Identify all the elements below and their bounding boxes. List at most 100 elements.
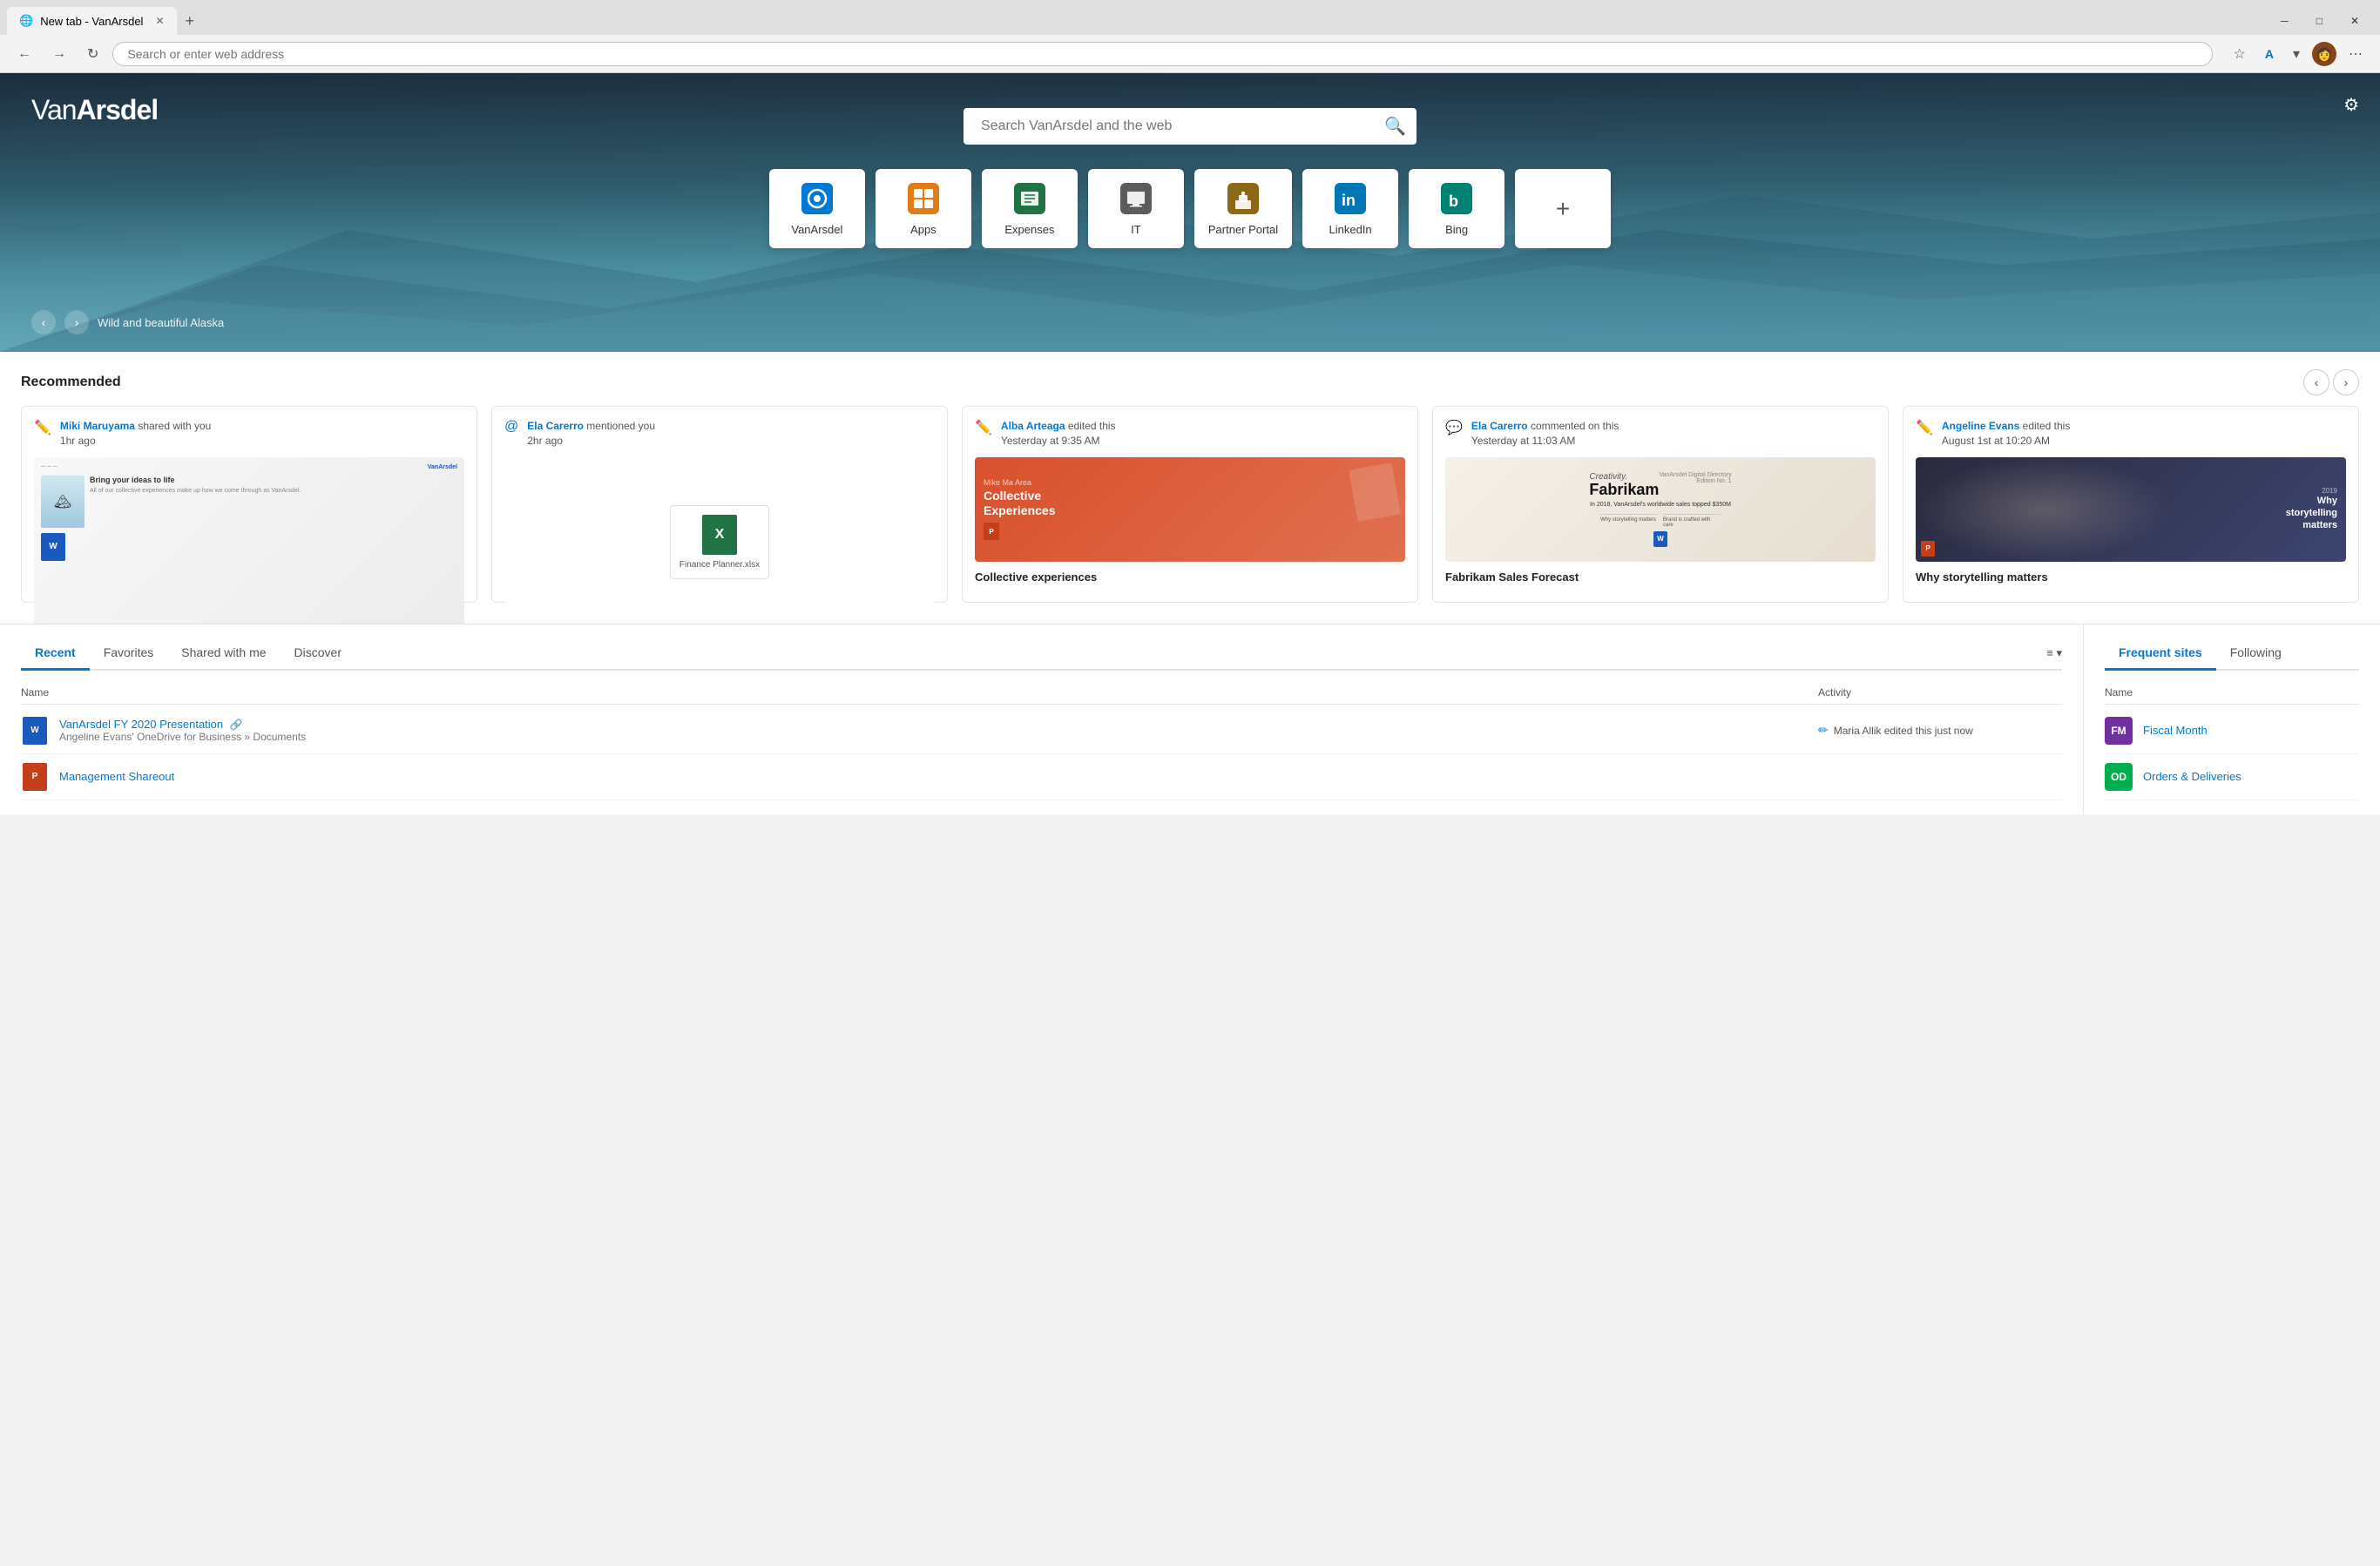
quick-link-bing-label: Bing bbox=[1445, 223, 1468, 236]
quick-link-it[interactable]: IT bbox=[1088, 169, 1184, 248]
quick-link-expenses-label: Expenses bbox=[1004, 223, 1054, 236]
quick-link-vanarsdel[interactable]: VanArsdel bbox=[769, 169, 865, 248]
rec-card-collective[interactable]: ✏️ Alba Arteaga edited this Yesterday at… bbox=[962, 406, 1418, 603]
site-name-fiscal-month[interactable]: Fiscal Month bbox=[2143, 724, 2208, 737]
rec-card-storytelling-meta: Angeline Evans edited this August 1st at… bbox=[1942, 419, 2070, 449]
quick-link-add-btn[interactable]: + bbox=[1515, 169, 1611, 248]
minimize-btn[interactable]: ─ bbox=[2267, 7, 2302, 35]
site-name-orders-deliveries[interactable]: Orders & Deliveries bbox=[2143, 770, 2241, 783]
quick-link-bing[interactable]: b Bing bbox=[1409, 169, 1504, 248]
quick-link-linkedin-label: LinkedIn bbox=[1329, 223, 1372, 236]
word-doc-icon: W bbox=[23, 717, 47, 745]
rec-card-bring-ideas-meta: Miki Maruyama shared with you 1hr ago bbox=[60, 419, 211, 449]
quick-link-apps-icon bbox=[906, 181, 941, 216]
settings-menu-btn[interactable]: ⋯ bbox=[2342, 42, 2370, 66]
quick-links-container: VanArsdel Apps bbox=[769, 169, 1611, 248]
rec-card-bring-ideas[interactable]: ✏️ Miki Maruyama shared with you 1hr ago… bbox=[21, 406, 477, 603]
file-vanarsdel-fy2020-name[interactable]: VanArsdel FY 2020 Presentation 🔗 bbox=[59, 718, 1808, 731]
tab-favicon: 🌐 bbox=[19, 14, 33, 28]
extensions-btn[interactable]: A bbox=[2258, 44, 2281, 64]
svg-text:b: b bbox=[1449, 192, 1458, 210]
recommended-title: Recommended bbox=[21, 375, 121, 390]
rec-card-actor4: Ela Carerro bbox=[1471, 420, 1528, 432]
rec-card-action4: commented on this bbox=[1531, 420, 1619, 432]
file-icon-ppt: P bbox=[21, 763, 49, 791]
rec-card-edit-icon2: ✏️ bbox=[975, 419, 992, 436]
rec-card-fabrikam[interactable]: 💬 Ela Carerro commented on this Yesterda… bbox=[1432, 406, 1889, 603]
filter-btn[interactable]: ≡ ▾ bbox=[2046, 646, 2062, 660]
rec-card-storytelling[interactable]: ✏️ Angeline Evans edited this August 1st… bbox=[1903, 406, 2359, 603]
word-doc-icon: W bbox=[41, 533, 65, 561]
file-col-name-header: Name bbox=[21, 686, 1818, 699]
file-list-header: Name Activity bbox=[21, 681, 2062, 705]
hero-settings-btn[interactable]: ⚙ bbox=[2343, 94, 2359, 116]
forward-btn[interactable]: → bbox=[45, 43, 73, 65]
rec-card-finance-preview: X Finance Planner.xlsx bbox=[504, 457, 935, 624]
files-section: Recent Favorites Shared with me Discover… bbox=[0, 624, 2084, 814]
quick-link-partner-portal-icon bbox=[1226, 181, 1261, 216]
file-item-management-shareout[interactable]: P Management Shareout bbox=[21, 754, 2062, 800]
tab-recent[interactable]: Recent bbox=[21, 638, 90, 671]
quick-link-vanarsdel-label: VanArsdel bbox=[791, 223, 842, 236]
rec-card-collective-header: ✏️ Alba Arteaga edited this Yesterday at… bbox=[975, 419, 1405, 449]
hero-search-input[interactable] bbox=[963, 108, 1417, 145]
rec-card-actor2: Ela Carerro bbox=[527, 420, 584, 432]
avatar[interactable]: 👩 bbox=[2312, 42, 2336, 66]
sites-list-header: Name bbox=[2105, 681, 2359, 705]
file-item-vanarsdel-fy2020[interactable]: W VanArsdel FY 2020 Presentation 🔗 Angel… bbox=[21, 708, 2062, 754]
recommended-nav: ‹ › bbox=[2303, 369, 2359, 395]
quick-link-partner-portal[interactable]: Partner Portal bbox=[1194, 169, 1292, 248]
quick-link-apps-label: Apps bbox=[910, 223, 936, 236]
rec-card-finance-planner[interactable]: @ Ela Carerro mentioned you 2hr ago X Fi… bbox=[491, 406, 948, 603]
hero-nav: ‹ › Wild and beautiful Alaska bbox=[31, 310, 224, 334]
file-management-shareout-name[interactable]: Management Shareout bbox=[59, 770, 1808, 783]
active-tab[interactable]: 🌐 New tab - VanArsdel ✕ bbox=[7, 7, 177, 35]
maximize-btn[interactable]: □ bbox=[2302, 7, 2336, 35]
site-item-fiscal-month[interactable]: FM Fiscal Month bbox=[2105, 708, 2359, 754]
quick-link-bing-icon: b bbox=[1439, 181, 1474, 216]
file-col-activity-header: Activity bbox=[1818, 686, 2062, 699]
quick-link-apps[interactable]: Apps bbox=[876, 169, 971, 248]
site-item-orders-deliveries[interactable]: OD Orders & Deliveries bbox=[2105, 754, 2359, 800]
quick-link-linkedin[interactable]: in LinkedIn bbox=[1302, 169, 1398, 248]
rec-card-action3: edited this bbox=[1068, 420, 1116, 432]
tab-title: New tab - VanArsdel bbox=[40, 15, 143, 28]
rec-card-storytelling-title: Why storytelling matters bbox=[1916, 570, 2346, 584]
activity-text: Maria Allik edited this just now bbox=[1834, 725, 1973, 737]
rec-card-action: shared with you bbox=[138, 420, 211, 432]
profile-dropdown[interactable]: ▾ bbox=[2286, 42, 2307, 66]
rec-card-edit-icon: ✏️ bbox=[34, 419, 51, 436]
hero-logo: VanArsdel bbox=[31, 94, 158, 126]
ppt-icon: P bbox=[984, 523, 999, 540]
hero-prev-btn[interactable]: ‹ bbox=[31, 310, 56, 334]
back-btn[interactable]: ← bbox=[10, 43, 38, 65]
tab-close-btn[interactable]: ✕ bbox=[155, 15, 164, 27]
rec-card-collective-preview: Mike Ma Area CollectiveExperiences P bbox=[975, 457, 1405, 562]
file-vanarsdel-fy2020-info: VanArsdel FY 2020 Presentation 🔗 Angelin… bbox=[59, 718, 1808, 743]
tab-shared-with-me[interactable]: Shared with me bbox=[167, 638, 280, 671]
recommended-next-btn[interactable]: › bbox=[2333, 369, 2359, 395]
hero-search-btn[interactable]: 🔍 bbox=[1384, 116, 1406, 138]
file-vanarsdel-fy2020-activity: ✏ Maria Allik edited this just now bbox=[1818, 723, 2062, 738]
refresh-btn[interactable]: ↻ bbox=[80, 42, 105, 66]
ppt-doc-icon: P bbox=[23, 763, 47, 791]
file-management-shareout-info: Management Shareout bbox=[59, 770, 1808, 783]
hero-logo-arsdel: Arsdel bbox=[77, 94, 159, 125]
favorites-icon[interactable]: ☆ bbox=[2227, 42, 2253, 66]
rec-card-time4: Yesterday at 11:03 AM bbox=[1471, 435, 1575, 447]
tab-discover[interactable]: Discover bbox=[281, 638, 355, 671]
address-input[interactable] bbox=[112, 42, 2212, 66]
sites-col-name-header: Name bbox=[2105, 686, 2133, 699]
hero-next-btn[interactable]: › bbox=[64, 310, 89, 334]
recommended-prev-btn[interactable]: ‹ bbox=[2303, 369, 2329, 395]
rec-card-storytelling-preview: 2019 Whystorytellingmatters P bbox=[1916, 457, 2346, 562]
tab-following[interactable]: Following bbox=[2216, 638, 2295, 671]
tab-frequent-sites[interactable]: Frequent sites bbox=[2105, 638, 2216, 671]
rec-card-actor: Miki Maruyama bbox=[60, 420, 135, 432]
new-tab-btn[interactable]: + bbox=[177, 12, 204, 30]
activity-edit-icon: ✏ bbox=[1818, 723, 1829, 738]
tab-favorites[interactable]: Favorites bbox=[90, 638, 168, 671]
close-btn[interactable]: ✕ bbox=[2336, 7, 2373, 35]
quick-link-expenses[interactable]: Expenses bbox=[982, 169, 1078, 248]
add-plus-icon: + bbox=[1556, 195, 1570, 223]
